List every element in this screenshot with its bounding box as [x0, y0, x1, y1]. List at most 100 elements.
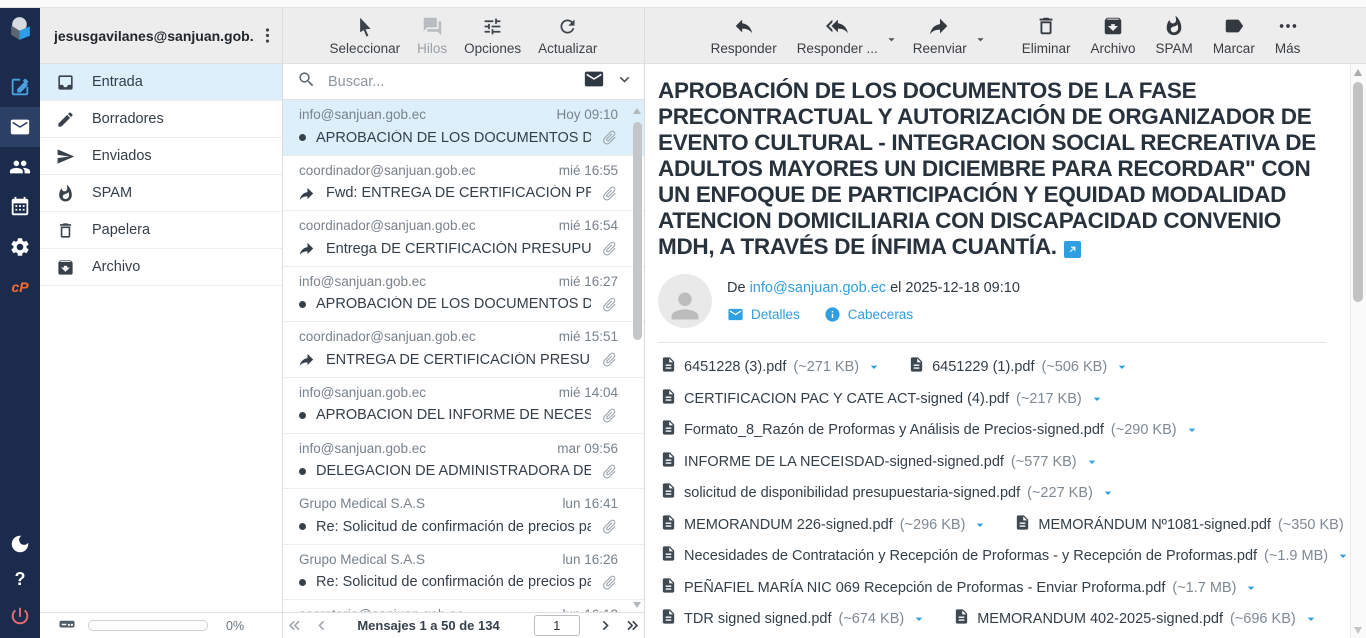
message-toolbar-button[interactable]: Reenviar: [905, 8, 975, 63]
message-row[interactable]: coordinador@sanjuan.gob.ec mié 16:54 Ent…: [283, 211, 644, 267]
attachment-name[interactable]: 6451229 (1).pdf: [932, 359, 1034, 375]
list-toolbar-button[interactable]: Opciones: [459, 8, 526, 63]
action-label: Detalles: [751, 307, 800, 322]
message-row[interactable]: coordinador@sanjuan.gob.ec mié 15:51 ENT…: [283, 322, 644, 378]
message-row[interactable]: Grupo Medical S.A.S lun 16:26 Re: Solici…: [283, 545, 644, 601]
attachment-name[interactable]: Necesidades de Contratación y Recepción …: [684, 548, 1257, 564]
attachment-name[interactable]: INFORME DE LA NECEISDAD-signed-signed.pd…: [684, 454, 1004, 470]
message-row[interactable]: info@sanjuan.gob.ec mar 09:56 DELEGACION…: [283, 434, 644, 490]
quota-bar: [88, 620, 208, 631]
page-number-input[interactable]: 1: [534, 615, 580, 636]
help-button[interactable]: ?: [0, 562, 40, 596]
message-row[interactable]: coordinador@sanjuan.gob.ec mié 16:55 Fwd…: [283, 156, 644, 212]
message-toolbar-button[interactable]: Más: [1267, 8, 1309, 63]
unread-dot-icon: [299, 579, 306, 586]
attachment-name[interactable]: Formato_8_Razón de Proformas y Análisis …: [684, 422, 1104, 438]
search-input[interactable]: [326, 73, 573, 91]
message-row[interactable]: info@sanjuan.gob.ec Hoy 09:10 APROBACIÓN…: [283, 100, 644, 156]
storage-icon: [58, 614, 76, 637]
toolbar-label: Marcar: [1213, 41, 1255, 56]
pdf-file-icon: [660, 608, 677, 630]
message-subject-preview: Fwd: ENTREGA DE CERTIFICACIÓN PRESUP…: [326, 185, 591, 201]
message-row[interactable]: info@sanjuan.gob.ec mié 14:04 APROBACION…: [283, 378, 644, 434]
rail-item-mail[interactable]: [0, 107, 40, 147]
last-page-button[interactable]: [623, 616, 642, 635]
scroll-down-icon[interactable]: [1354, 627, 1362, 634]
sidebar-folder-item[interactable]: Borradores: [40, 101, 282, 138]
account-menu-icon[interactable]: [254, 23, 280, 49]
attachment-menu-caret-icon[interactable]: [1184, 422, 1200, 438]
logout-button[interactable]: [0, 596, 40, 636]
message-row[interactable]: secretaria@sanjuan.gob.ec lun 16:12: [283, 600, 644, 612]
attachment-name[interactable]: 6451228 (3).pdf: [684, 359, 786, 375]
message-row[interactable]: info@sanjuan.gob.ec mié 16:27 APROBACIÓN…: [283, 267, 644, 323]
message-row[interactable]: Grupo Medical S.A.S lun 16:41 Re: Solici…: [283, 489, 644, 545]
rail-item-cpanel[interactable]: cP: [0, 267, 40, 307]
attachment-name[interactable]: MEMORANDUM 402-2025-signed.pdf: [977, 611, 1223, 627]
open-in-new-window-icon[interactable]: [1064, 241, 1081, 258]
attachment-menu-caret-icon[interactable]: [1303, 611, 1319, 627]
rail-item-calendar[interactable]: [0, 187, 40, 227]
list-scrollbar-thumb[interactable]: [633, 122, 642, 340]
search-options-chevron-icon[interactable]: [615, 70, 634, 94]
list-toolbar-button[interactable]: Actualizar: [533, 8, 602, 63]
toolbar-icon: [733, 15, 755, 37]
toolbar-label: Más: [1275, 41, 1301, 56]
message-subject-preview: Entrega DE CERTIFICACIÓN PRESUPUESTA…: [326, 241, 591, 257]
attachment-name[interactable]: TDR signed signed.pdf: [684, 611, 832, 627]
list-scroll-up-icon[interactable]: [633, 108, 641, 114]
attachment-name[interactable]: solicitud de disponibilidad presupuestar…: [684, 485, 1020, 501]
message-subject-preview: ENTREGA DE CERTIFICACIÓN PRESUPUEST…: [326, 352, 591, 368]
list-toolbar-button[interactable]: Seleccionar: [325, 8, 406, 63]
main-scrollbar[interactable]: [1350, 64, 1366, 638]
dropdown-caret-icon[interactable]: [884, 32, 899, 47]
sidebar-folder-item[interactable]: Enviados: [40, 138, 282, 175]
scroll-up-icon[interactable]: [1354, 69, 1362, 76]
sidebar-folder-item[interactable]: SPAM: [40, 175, 282, 212]
attachment-menu-caret-icon[interactable]: [1084, 454, 1100, 470]
attachment-menu-caret-icon[interactable]: [1089, 391, 1105, 407]
rail-item-contacts[interactable]: [0, 147, 40, 187]
app-rail: cP ?: [0, 8, 40, 638]
attachment-name[interactable]: MEMORANDUM 226-signed.pdf: [684, 517, 893, 533]
attachment-menu-caret-icon[interactable]: [866, 359, 882, 375]
message-toolbar-button[interactable]: Eliminar: [1014, 8, 1079, 63]
message-toolbar-button[interactable]: Marcar: [1205, 8, 1263, 63]
toolbar-label: Hilos: [417, 41, 447, 56]
attachment-menu-caret-icon[interactable]: [1100, 485, 1116, 501]
attachment-menu-caret-icon[interactable]: [911, 611, 927, 627]
message-meta-action[interactable]: Detalles: [727, 306, 800, 323]
list-scroll-down-icon[interactable]: [633, 602, 641, 608]
main-scrollbar-thumb[interactable]: [1353, 82, 1363, 302]
attachment-menu-caret-icon[interactable]: [1335, 548, 1351, 564]
compose-button[interactable]: [0, 67, 40, 107]
paperclip-icon: [601, 351, 618, 368]
sidebar-folder-item[interactable]: Papelera: [40, 212, 282, 249]
search-scope-envelope-icon[interactable]: [583, 68, 605, 95]
folder-label: Archivo: [92, 259, 140, 275]
attachment-row: Necesidades de Contratación y Recepción …: [660, 545, 1326, 567]
sender-avatar: [658, 274, 712, 328]
attachment-name[interactable]: CERTIFICACION PAC Y CATE ACT-signed (4).…: [684, 391, 1009, 407]
attachment-menu-caret-icon[interactable]: [1114, 359, 1130, 375]
message-toolbar-button[interactable]: SPAM: [1148, 8, 1201, 63]
rail-item-settings[interactable]: [0, 227, 40, 267]
attachment-menu-caret-icon[interactable]: [1243, 580, 1259, 596]
message-date: mié 16:54: [559, 218, 618, 233]
message-toolbar-button[interactable]: Responder: [703, 8, 785, 63]
search-bar: [283, 64, 644, 100]
sidebar-folder-item[interactable]: Archivo: [40, 249, 282, 286]
dark-mode-button[interactable]: [0, 526, 40, 562]
dropdown-caret-icon[interactable]: [973, 32, 988, 47]
attachment-name[interactable]: MEMORÁNDUM Nº1081-signed.pdf: [1038, 517, 1271, 533]
message-toolbar-button[interactable]: Responder ...: [789, 8, 886, 63]
message-toolbar-button[interactable]: Archivo: [1083, 8, 1144, 63]
attachment-name[interactable]: PEÑAFIEL MARÍA NIC 069 Recepción de Prof…: [684, 580, 1165, 596]
attachment-menu-caret-icon[interactable]: [972, 517, 988, 533]
message-meta-action[interactable]: Cabeceras: [824, 306, 913, 323]
window-top-strip: [0, 0, 1366, 8]
next-page-button[interactable]: [596, 616, 615, 635]
sidebar-folder-item[interactable]: Entrada: [40, 64, 282, 101]
message-sender: info@sanjuan.gob.ec: [299, 274, 559, 289]
sender-email-link[interactable]: info@sanjuan.gob.ec: [750, 280, 886, 296]
